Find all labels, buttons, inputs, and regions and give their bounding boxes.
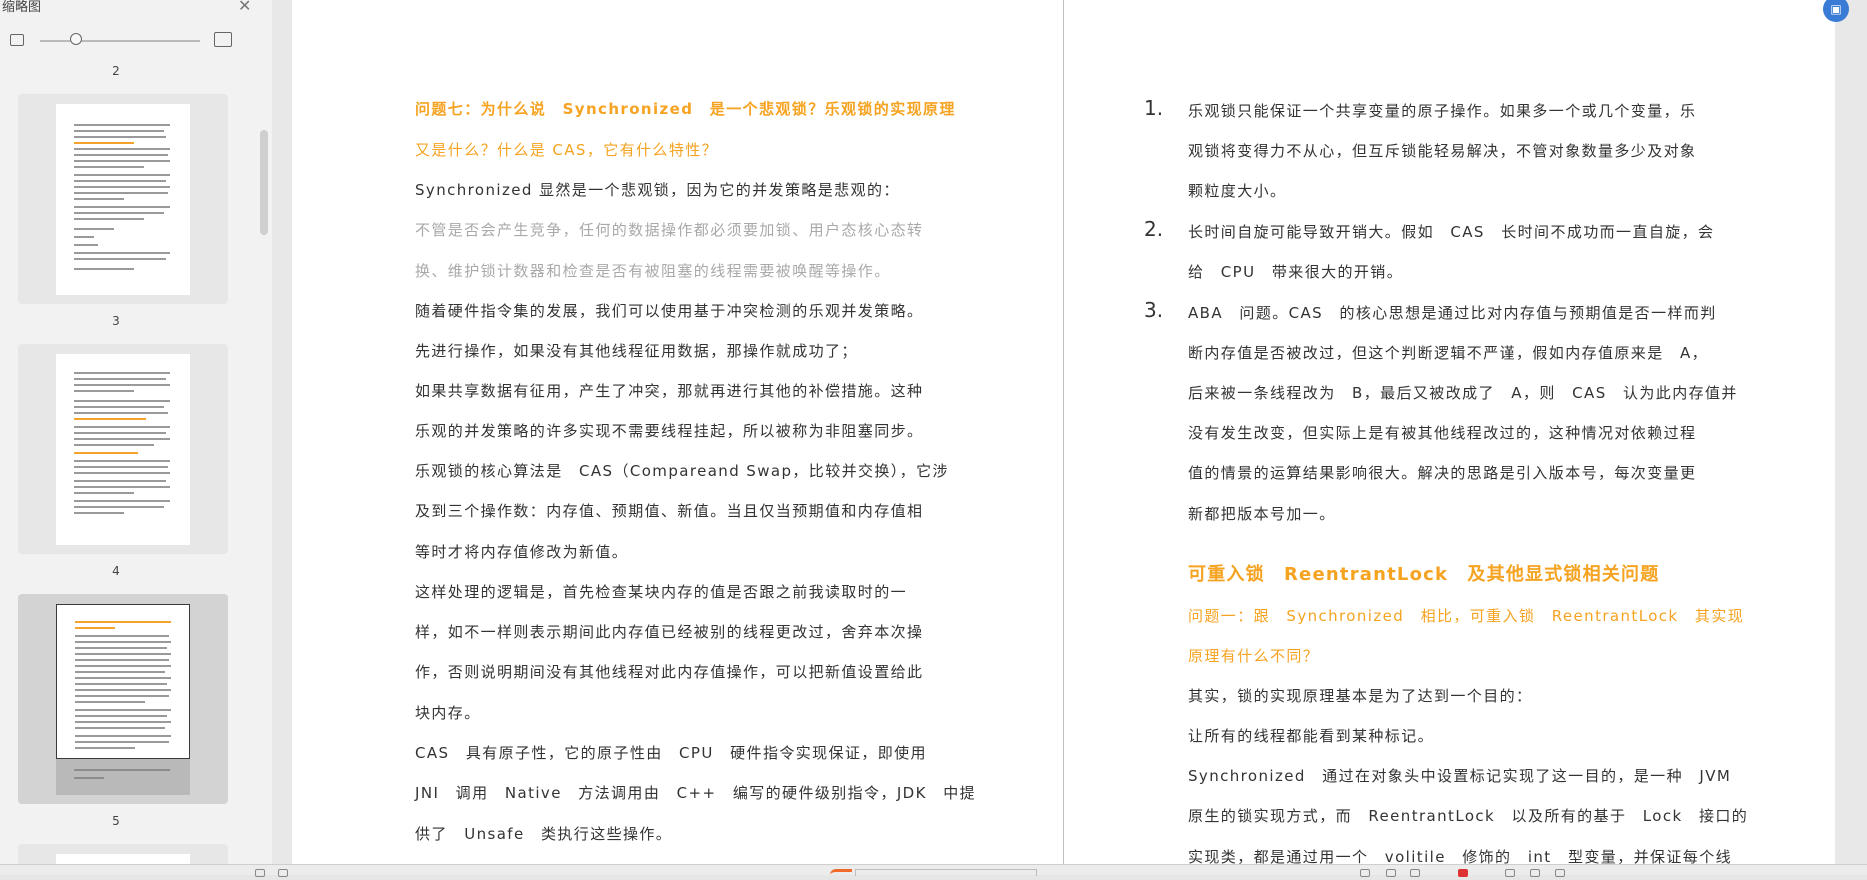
paragraph-line-faded: 换、维护锁计数器和检查是否有被阻塞的线程需要被唤醒等操作。 [415,262,891,280]
paragraph-line: 如果共享数据有征用，产生了冲突，那就再进行其他的补偿措施。这种 [415,382,924,400]
close-icon[interactable]: ✕ [238,0,251,15]
sidebar-title: 缩略图 [2,0,42,15]
record-icon[interactable] [1458,869,1468,877]
paragraph-line: 这样处理的逻辑是，首先检查某块内存的值是否跟之前我读取时的一 [415,583,908,601]
list-number: 1. [1144,96,1164,120]
fit-page-icon[interactable] [1530,869,1540,877]
thumbnail-preview-selected [56,604,190,759]
thumbnail-page-5[interactable] [18,594,228,804]
thumbnail-page-4[interactable] [18,344,228,554]
double-page-view-icon[interactable] [1386,869,1396,877]
thumbnail-page-number: 5 [112,814,120,828]
paragraph-line: 其实，锁的实现原理基本是为了达到一个目的： [1188,687,1533,705]
sidebar-scrollbar[interactable] [260,130,268,235]
fit-width-icon[interactable] [1505,869,1515,877]
paragraph-line: JNI 调用 Native 方法调用由 C++ 编写的硬件级别指令，JDK 中提 [415,784,977,802]
single-page-view-icon[interactable] [1360,869,1370,877]
document-page-right: 1. 乐观锁只能保证一个共享变量的原子操作。如果多一个或几个变量，乐 观锁将变得… [1064,0,1835,864]
page-icon[interactable] [255,869,265,877]
paragraph-line: 供了 Unsafe 类执行这些操作。 [415,825,673,843]
question-seven-title: 问题七：为什么说 Synchronized 是一个悲观锁？乐观锁的实现原理 [415,98,956,119]
paragraph-line: 及到三个操作数：内存值、预期值、新值。当且仅当预期值和内存值相 [415,502,924,520]
thumbnail-page-number: 3 [112,314,120,328]
zoom-out-icon[interactable] [10,34,24,46]
paragraph-line: 乐观的并发策略的许多实现不需要线程挂起，所以被称为非阻塞同步。 [415,422,924,440]
page-icon[interactable] [278,869,288,877]
list-item-line: 颗粒度大小。 [1188,182,1287,200]
thumbnail-preview-remainder [56,759,190,795]
paragraph-line: 先进行操作，如果没有其他线程征用数据，那操作就成功了； [415,342,858,360]
fullscreen-icon[interactable] [1555,869,1565,877]
thumbnail-sidebar: 缩略图 ✕ 2 3 4 5 [0,0,273,874]
list-number: 2. [1144,217,1164,241]
list-item-line: 没有发生改变，但实际上是有被其他线程改过的，这种情况对依赖过程 [1188,424,1697,442]
paragraph-line: Synchronized 显然是一个悲观锁，因为它的并发策略是悲观的： [415,181,900,199]
question-one-title: 问题一：跟 Synchronized 相比，可重入锁 ReentrantLock… [1188,607,1745,625]
list-item-line: 新都把版本号加一。 [1188,505,1336,523]
paragraph-line: 作，否则说明期间没有其他线程对此内存值操作，可以把新值设置给此 [415,663,924,681]
list-number: 3. [1144,298,1164,322]
paragraph-line: 随着硬件指令集的发展，我们可以使用基于冲突检测的乐观并发策略。 [415,302,924,320]
paragraph-line: 让所有的线程都能看到某种标记。 [1188,727,1435,745]
thumbnail-preview [56,104,190,295]
q7-title-line-1: 问题七：为什么说 Synchronized 是一个悲观锁？乐观锁的实现原理 [415,100,956,118]
status-bar [0,864,1867,877]
document-page-left: 问题七：为什么说 Synchronized 是一个悲观锁？乐观锁的实现原理 又是… [292,0,1063,864]
list-item-line: 给 CPU 带来很大的开销。 [1188,263,1404,281]
paragraph-line: 乐观锁的核心算法是 CAS（Compareand Swap，比较并交换），它涉 [415,462,949,480]
thumbnail-zoom-slider[interactable] [40,40,200,42]
list-item-line: 观锁将变得力不从心，但互斥锁能轻易解决，不管对象数量多少及对象 [1188,142,1697,160]
document-view: 问题七：为什么说 Synchronized 是一个悲观锁？乐观锁的实现原理 又是… [272,0,1867,864]
list-item-line: 后来被一条线程改为 B，最后又被改成了 A，则 CAS 认为此内存值并 [1188,384,1738,402]
section-heading: 可重入锁 ReentrantLock 及其他显式锁相关问题 [1188,564,1660,585]
paragraph-line: 等时才将内存值修改为新值。 [415,543,629,561]
zoom-bar[interactable] [855,869,1037,876]
paragraph-line: Synchronized 通过在对象头中设置标记实现了这一目的，是一种 JVM [1188,767,1732,785]
list-item-line: ABA 问题。CAS 的核心思想是通过比对内存值与预期值是否一样而判 [1188,304,1717,322]
list-item-line: 长时间自旋可能导致开销大。假如 CAS 长时间不成功而一直自旋，会 [1188,223,1715,241]
paragraph-line: 块内存。 [415,704,481,722]
list-item-line: 值的情景的运算结果影响很大。解决的思路是引入版本号，每次变量更 [1188,464,1697,482]
zoom-in-icon[interactable] [214,32,232,47]
question-seven-title-cont: 又是什么？什么是 CAS，它有什么特性？ [415,141,719,159]
thumbnail-page-3[interactable] [18,94,228,304]
list-item-line: 乐观锁只能保证一个共享变量的原子操作。如果多一个或几个变量，乐 [1188,102,1697,120]
thumbnail-preview [56,354,190,545]
zoom-slider-handle[interactable] [70,33,82,45]
paragraph-line: 原生的锁实现方式，而 ReentrantLock 以及所有的基于 Lock 接口… [1188,807,1749,825]
paragraph-line: 样，如不一样则表示期间此内存值已经被别的线程更改过，舍弃本次操 [415,623,924,641]
list-item-line: 断内存值是否被改过，但这个判断逻辑不严谨，假如内存值原来是 A， [1188,344,1709,362]
paragraph-line: 实现类，都是通过用一个 volitile 修饰的 int 型变量，并保证每个线 [1188,848,1732,864]
paragraph-line: CAS 具有原子性，它的原子性由 CPU 硬件指令实现保证，即使用 [415,744,927,762]
progress-indicator [830,869,852,880]
question-one-title-cont: 原理有什么不同？ [1188,647,1320,665]
thumbnail-page-number: 2 [112,64,120,78]
paragraph-line-faded: 不管是否会产生竞争，任何的数据操作都必须要加锁、用户态核心态转 [415,221,924,239]
continuous-view-icon[interactable] [1410,869,1420,877]
thumbnail-page-number: 4 [112,564,120,578]
